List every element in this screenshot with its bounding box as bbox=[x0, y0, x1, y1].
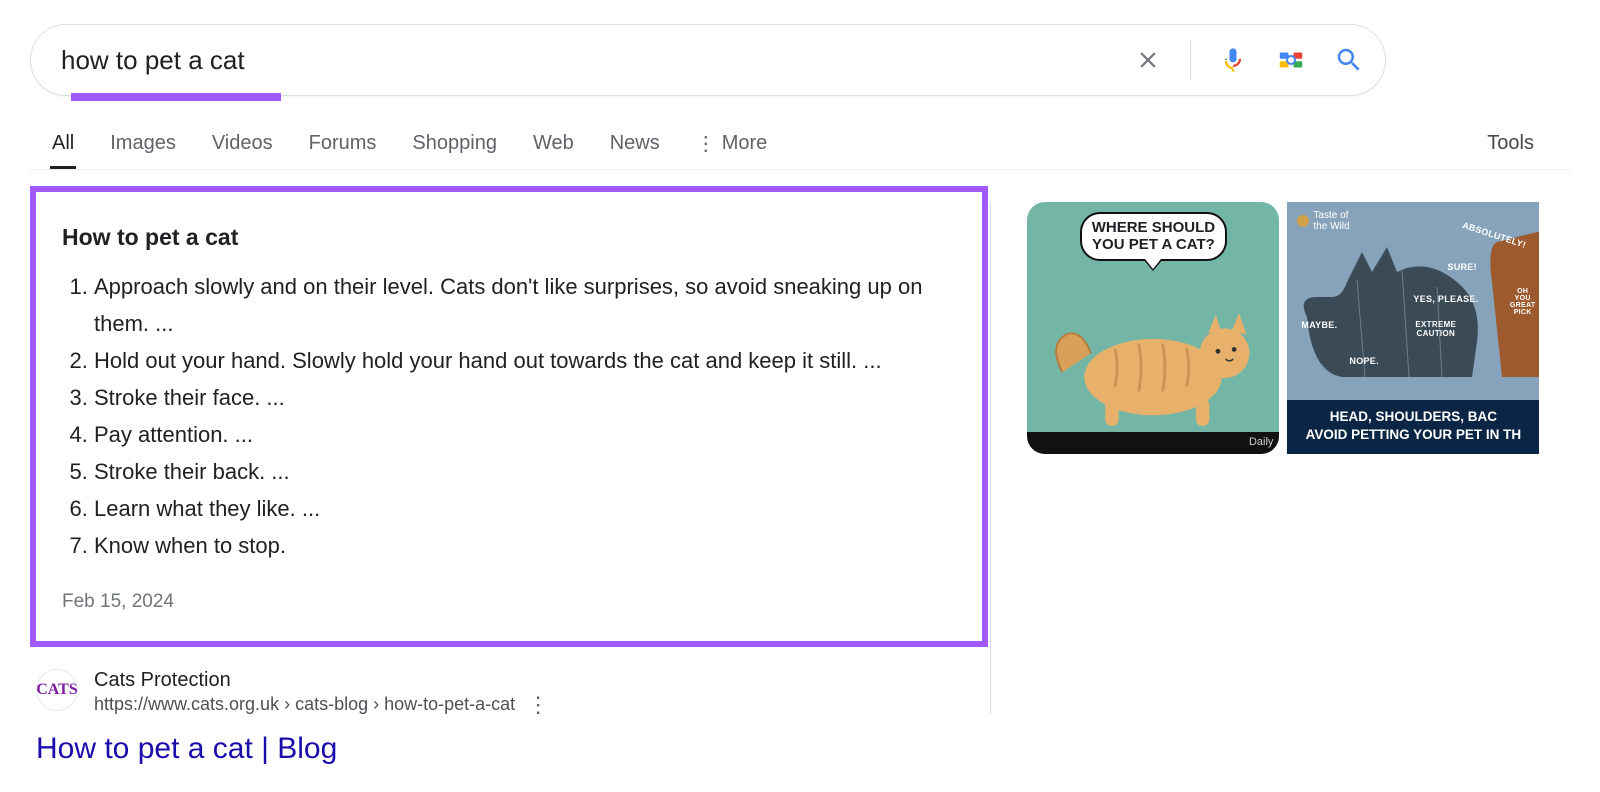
featured-snippet: How to pet a cat Approach slowly and on … bbox=[30, 186, 988, 647]
snippet-item: Know when to stop. bbox=[94, 528, 956, 565]
cat-illustration bbox=[1048, 261, 1260, 454]
label-sure: SURE! bbox=[1447, 262, 1477, 272]
snippet-item: Hold out your hand. Slowly hold your han… bbox=[94, 343, 956, 380]
tab-videos[interactable]: Videos bbox=[210, 132, 275, 169]
snippet-item: Stroke their back. ... bbox=[94, 454, 956, 491]
image-results: WHERE SHOULD YOU PET A CAT? bbox=[1027, 202, 1570, 454]
tab-shopping[interactable]: Shopping bbox=[410, 132, 499, 169]
image-result-1[interactable]: WHERE SHOULD YOU PET A CAT? bbox=[1027, 202, 1279, 454]
tab-all[interactable]: All bbox=[50, 132, 76, 169]
result-title-link[interactable]: How to pet a cat | Blog bbox=[36, 732, 988, 766]
image-footer-brand: Daily bbox=[1027, 432, 1279, 454]
clear-icon[interactable] bbox=[1128, 40, 1168, 80]
label-great-pick: OH YOU GREAT PICK bbox=[1510, 288, 1535, 316]
source-favicon: CATS bbox=[36, 669, 78, 711]
bubble-line2: YOU PET A CAT? bbox=[1092, 236, 1215, 253]
snippet-item: Learn what they like. ... bbox=[94, 491, 956, 528]
search-icon[interactable] bbox=[1329, 40, 1369, 80]
tab-news[interactable]: News bbox=[608, 132, 662, 169]
separator bbox=[1190, 40, 1191, 80]
tab-more[interactable]: ⋮ More bbox=[694, 132, 770, 169]
image-result-2[interactable]: Taste of the Wild ABSOLUTE bbox=[1287, 202, 1539, 454]
source-url[interactable]: https://www.cats.org.uk › cats-blog › ho… bbox=[94, 694, 515, 715]
tab-images[interactable]: Images bbox=[108, 132, 178, 169]
more-dots-icon: ⋮ bbox=[696, 134, 716, 154]
snippet-item: Stroke their face. ... bbox=[94, 380, 956, 417]
search-tabs: All Images Videos Forums Shopping Web Ne… bbox=[30, 132, 1570, 170]
snippet-title: How to pet a cat bbox=[62, 224, 956, 251]
img2-footer-line2: AVOID PETTING YOUR PET IN TH bbox=[1306, 427, 1522, 442]
favicon-text: CATS bbox=[36, 681, 78, 699]
tab-web[interactable]: Web bbox=[531, 132, 576, 169]
snippet-item: Pay attention. ... bbox=[94, 417, 956, 454]
query-highlight bbox=[71, 93, 281, 101]
snippet-date: Feb 15, 2024 bbox=[62, 591, 956, 613]
result-source: CATS Cats Protection https://www.cats.or… bbox=[36, 669, 988, 716]
voice-search-icon[interactable] bbox=[1213, 40, 1253, 80]
speech-bubble: WHERE SHOULD YOU PET A CAT? bbox=[1080, 212, 1227, 261]
label-yes-please: YES, PLEASE. bbox=[1413, 294, 1478, 304]
search-input[interactable] bbox=[61, 45, 1128, 76]
source-name: Cats Protection bbox=[94, 669, 549, 692]
img2-footer-line1: HEAD, SHOULDERS, BAC bbox=[1330, 409, 1497, 424]
tab-forums[interactable]: Forums bbox=[307, 132, 379, 169]
bubble-line1: WHERE SHOULD bbox=[1092, 219, 1215, 236]
result-menu-icon[interactable]: ⋮ bbox=[527, 694, 549, 716]
tools-button[interactable]: Tools bbox=[1487, 132, 1534, 169]
snippet-item: Approach slowly and on their level. Cats… bbox=[94, 269, 956, 343]
search-bar bbox=[30, 24, 1386, 96]
image2-footer: HEAD, SHOULDERS, BAC AVOID PETTING YOUR … bbox=[1287, 400, 1539, 454]
snippet-list: Approach slowly and on their level. Cats… bbox=[62, 269, 956, 565]
tab-more-label: More bbox=[722, 132, 768, 155]
label-nope: NOPE. bbox=[1349, 356, 1379, 366]
label-caution: EXTREME CAUTION bbox=[1415, 320, 1456, 338]
image-search-icon[interactable] bbox=[1271, 40, 1311, 80]
label-maybe: MAYBE. bbox=[1301, 320, 1337, 330]
